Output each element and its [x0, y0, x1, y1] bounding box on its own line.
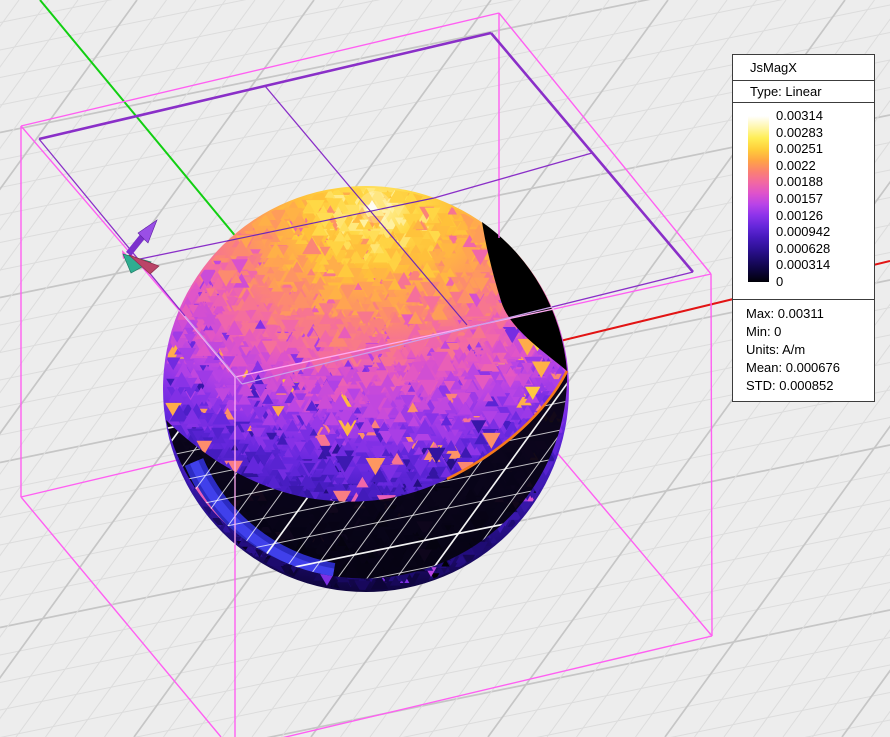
colorbar-tick-labels: 0.00314 0.00283 0.00251 0.0022 0.00188 0… [776, 108, 830, 291]
tick-label: 0.00157 [776, 191, 830, 208]
tick-label: 0.00283 [776, 125, 830, 142]
legend-scale: 0.00314 0.00283 0.00251 0.0022 0.00188 0… [733, 103, 874, 300]
tick-label: 0.00126 [776, 208, 830, 225]
legend-title: JsMagX [733, 55, 874, 81]
color-legend[interactable]: JsMagX Type: Linear 0.00314 0.00283 0.00… [732, 54, 875, 402]
legend-statistics: Max: 0.00311 Min: 0 Units: A/m Mean: 0.0… [733, 300, 874, 401]
3d-viewport[interactable]: JsMagX Type: Linear 0.00314 0.00283 0.00… [0, 0, 890, 737]
stat-line: Mean: 0.000676 [746, 359, 874, 377]
tick-label: 0.000628 [776, 241, 830, 258]
colorbar [748, 116, 769, 282]
tick-label: 0.00251 [776, 141, 830, 158]
legend-scale-type: Type: Linear [733, 81, 874, 103]
stat-line: Units: A/m [746, 341, 874, 359]
stat-line: STD: 0.000852 [746, 377, 874, 395]
stat-line: Min: 0 [746, 323, 874, 341]
tick-label: 0.00188 [776, 174, 830, 191]
tick-label: 0.000314 [776, 257, 830, 274]
stat-line: Max: 0.00311 [746, 305, 874, 323]
tick-label: 0.0022 [776, 158, 830, 175]
tick-label: 0 [776, 274, 830, 291]
tick-label: 0.00314 [776, 108, 830, 125]
tick-label: 0.000942 [776, 224, 830, 241]
